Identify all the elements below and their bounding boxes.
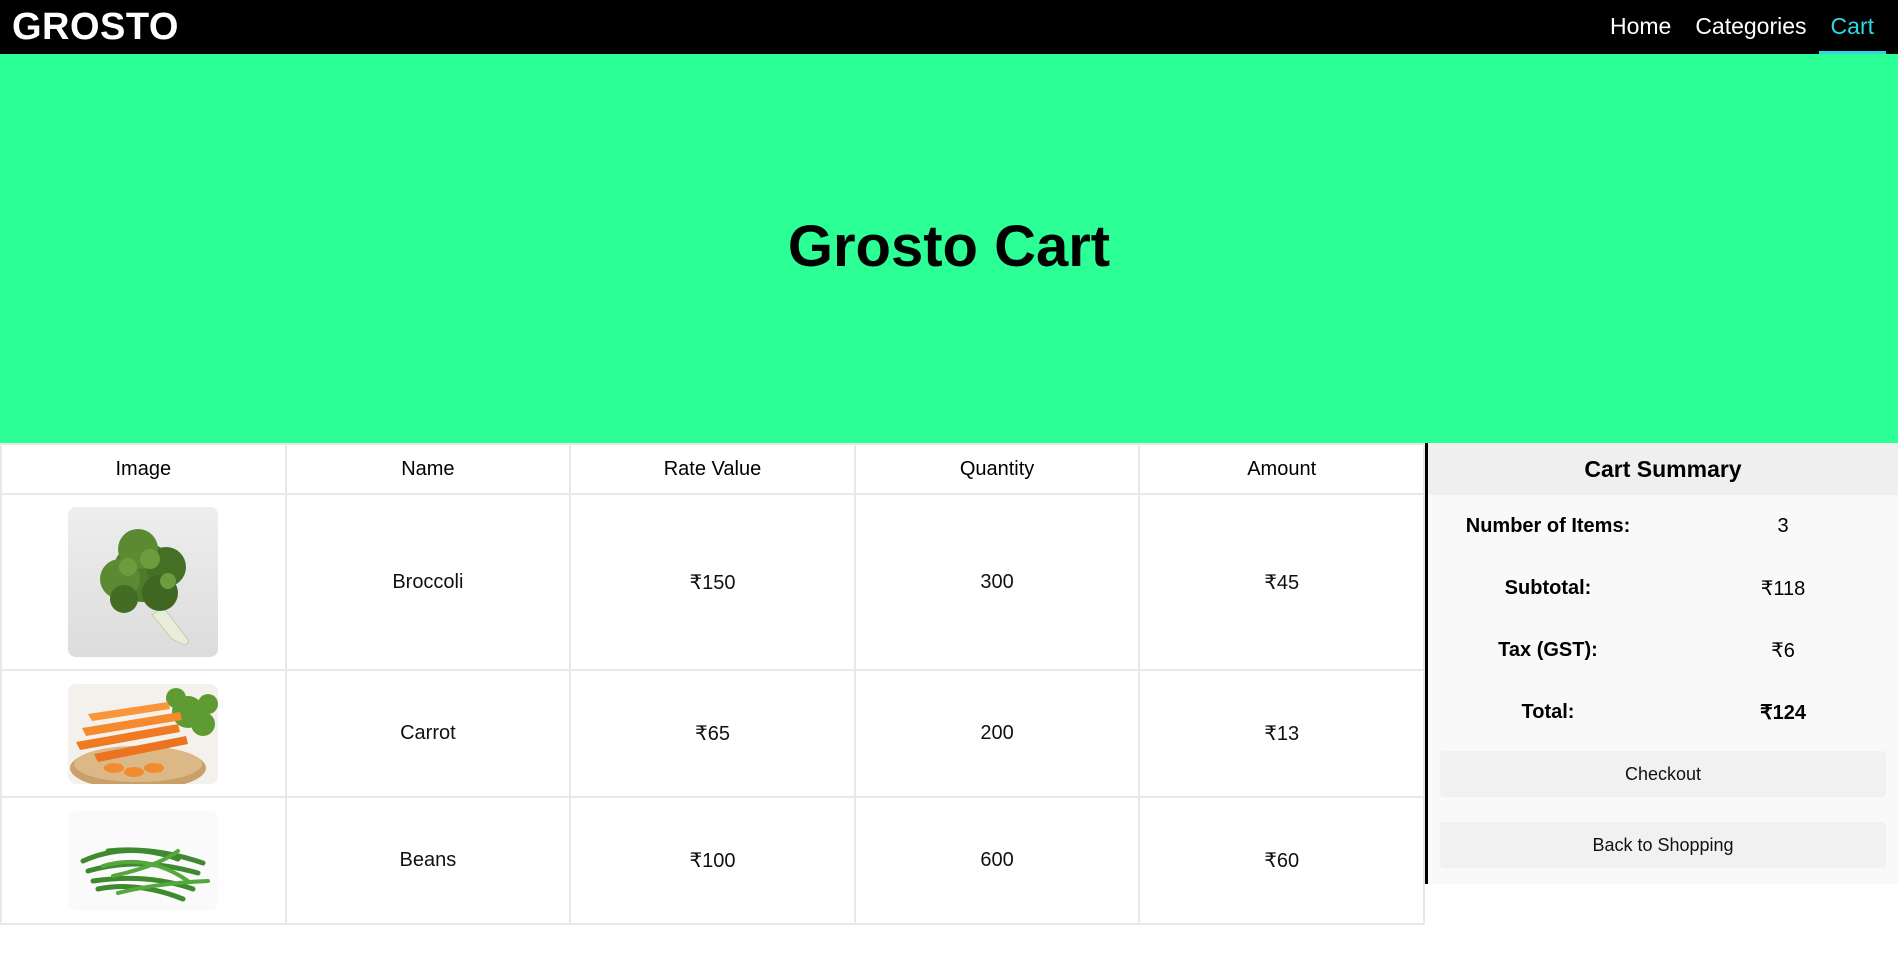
carrot-illustration bbox=[70, 687, 219, 784]
header-name: Name bbox=[284, 443, 572, 495]
header-amount: Amount bbox=[1138, 443, 1425, 495]
brand-logo[interactable]: GROSTO bbox=[12, 6, 179, 48]
header-image: Image bbox=[0, 443, 287, 495]
tax-value: ₹6 bbox=[1771, 639, 1795, 662]
navbar: GROSTO Home Categories Cart bbox=[0, 0, 1898, 54]
beans-illustration bbox=[80, 846, 211, 901]
page-title: Grosto Cart bbox=[787, 214, 1111, 279]
subtotal-label: Subtotal: bbox=[1504, 576, 1592, 599]
cart-table: Image Name Rate Value Quantity Amount Br… bbox=[0, 443, 1425, 925]
header-rate: Rate Value bbox=[569, 443, 856, 495]
product-amount: ₹45 bbox=[1138, 493, 1425, 671]
checkout-button[interactable]: Checkout bbox=[1440, 751, 1886, 797]
table-row: Broccoli ₹150 300 ₹45 bbox=[0, 493, 1425, 671]
items-label: Number of Items: bbox=[1465, 514, 1631, 537]
table-row: Carrot ₹65 200 ₹13 bbox=[0, 669, 1425, 798]
cart-summary: Cart Summary Number of Items: 3 Subtotal… bbox=[1425, 443, 1898, 884]
tax-label: Tax (GST): bbox=[1498, 638, 1598, 661]
hero-banner: Grosto Cart bbox=[0, 54, 1898, 443]
carrot-image bbox=[68, 683, 219, 784]
summary-subtotal-row: Subtotal: ₹118 bbox=[1428, 557, 1898, 619]
nav-link-cart[interactable]: Cart bbox=[1818, 0, 1886, 54]
product-amount: ₹13 bbox=[1138, 669, 1425, 798]
total-label: Total: bbox=[1521, 700, 1575, 723]
summary-title: Cart Summary bbox=[1428, 443, 1898, 495]
image-cell bbox=[0, 493, 287, 671]
product-name: Broccoli bbox=[284, 493, 572, 671]
back-to-shopping-button[interactable]: Back to Shopping bbox=[1440, 822, 1886, 868]
nav-link-categories[interactable]: Categories bbox=[1683, 0, 1818, 54]
nav-links: Home Categories Cart bbox=[1598, 0, 1886, 54]
product-rate: ₹150 bbox=[569, 493, 856, 671]
summary-total-row: Total: ₹124 bbox=[1428, 681, 1898, 743]
broccoli-image bbox=[68, 507, 219, 657]
items-value: 3 bbox=[1777, 514, 1789, 537]
product-quantity: 600 bbox=[853, 796, 1141, 925]
beans-image bbox=[68, 810, 219, 911]
total-value: ₹124 bbox=[1759, 701, 1807, 724]
table-row: Beans ₹100 600 ₹60 bbox=[0, 796, 1425, 925]
product-name: Beans bbox=[284, 796, 572, 925]
product-amount: ₹60 bbox=[1138, 796, 1425, 925]
product-rate: ₹100 bbox=[569, 796, 856, 925]
product-name: Carrot bbox=[284, 669, 572, 798]
summary-items-row: Number of Items: 3 bbox=[1428, 495, 1898, 557]
product-quantity: 300 bbox=[853, 493, 1141, 671]
product-quantity: 200 bbox=[853, 669, 1141, 798]
subtotal-value: ₹118 bbox=[1760, 577, 1806, 600]
product-rate: ₹65 bbox=[569, 669, 856, 798]
broccoli-illustration bbox=[100, 529, 190, 646]
image-cell bbox=[0, 669, 287, 798]
image-cell bbox=[0, 796, 287, 925]
summary-tax-row: Tax (GST): ₹6 bbox=[1428, 619, 1898, 681]
header-quantity: Quantity bbox=[853, 443, 1141, 495]
nav-link-home[interactable]: Home bbox=[1598, 0, 1683, 54]
table-header-row: Image Name Rate Value Quantity Amount bbox=[0, 443, 1425, 495]
